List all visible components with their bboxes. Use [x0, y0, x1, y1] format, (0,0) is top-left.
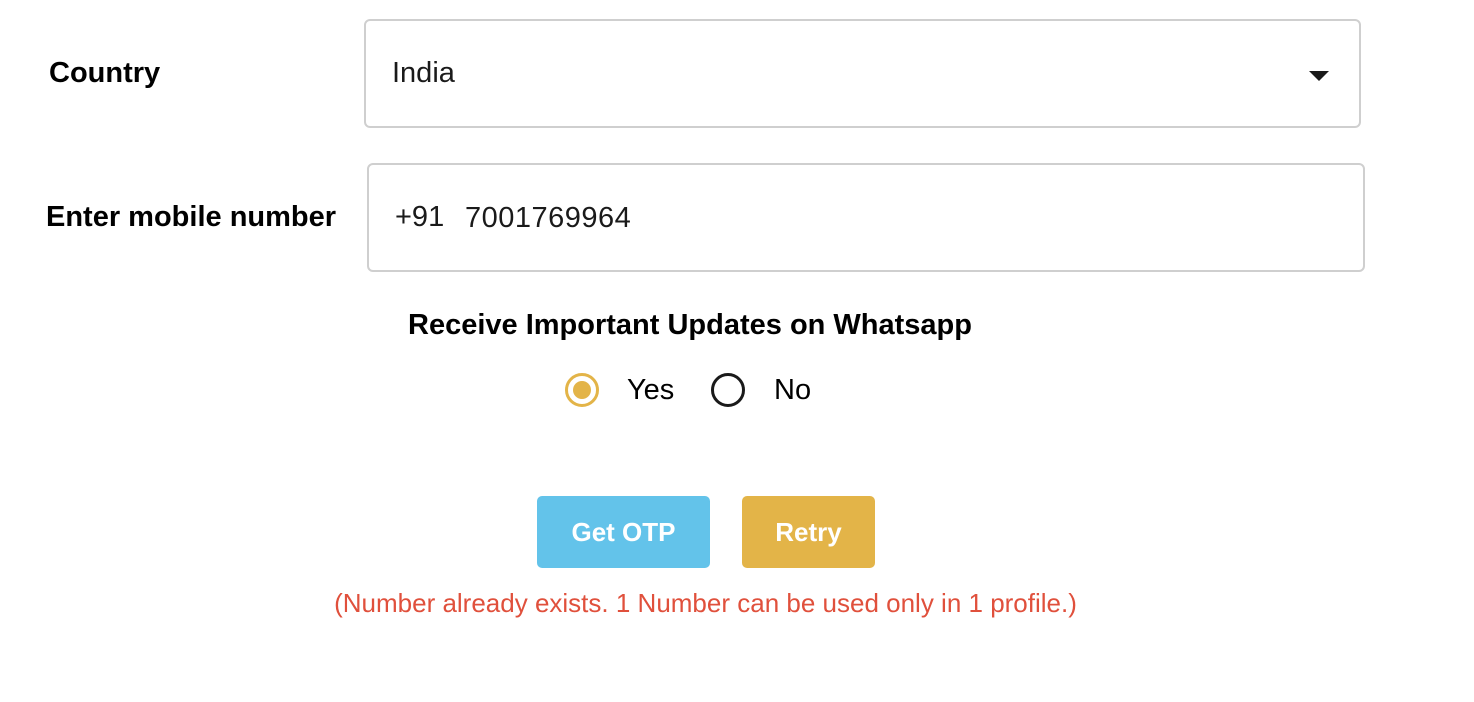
mobile-number-field[interactable]: +91: [367, 163, 1365, 272]
country-code: +91: [395, 201, 445, 233]
error-message: (Number already exists. 1 Number can be …: [334, 588, 1077, 618]
country-selected-value: India: [392, 57, 455, 89]
whatsapp-no-option[interactable]: No: [711, 369, 811, 411]
whatsapp-updates-heading: Receive Important Updates on Whatsapp: [408, 309, 972, 341]
mobile-number-input[interactable]: [465, 193, 1325, 243]
chevron-down-icon[interactable]: [1309, 71, 1329, 81]
country-select[interactable]: India: [364, 19, 1361, 128]
whatsapp-yes-option[interactable]: Yes: [565, 369, 674, 411]
radio-checked-icon[interactable]: [565, 373, 599, 407]
whatsapp-yes-label[interactable]: Yes: [627, 375, 674, 405]
radio-unchecked-icon[interactable]: [711, 373, 745, 407]
mobile-number-label: Enter mobile number: [46, 201, 337, 233]
country-label: Country: [49, 57, 161, 89]
retry-button[interactable]: Retry: [742, 496, 875, 568]
get-otp-button[interactable]: Get OTP: [537, 496, 710, 568]
whatsapp-no-label[interactable]: No: [774, 375, 811, 405]
